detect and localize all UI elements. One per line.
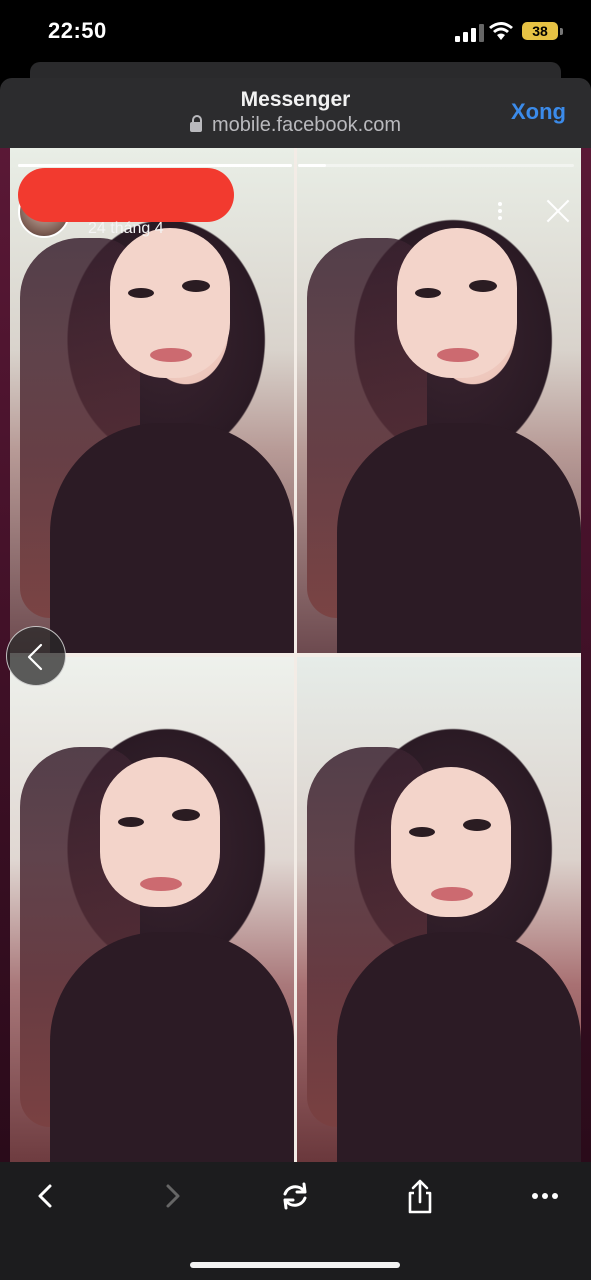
background-sheet [30,62,561,78]
progress-fill [298,164,326,167]
more-options-icon[interactable] [497,202,503,222]
forward-icon[interactable] [152,1178,192,1218]
browser-header: Messenger mobile.facebook.com Xong [0,78,591,148]
battery-tip [560,28,563,35]
back-icon[interactable] [26,1178,66,1218]
page-title: Messenger [240,88,351,111]
story-image-tile [297,657,581,1162]
home-indicator [190,1262,400,1268]
previous-story-icon [27,643,43,671]
story-viewer: 24 tháng 4 [0,148,591,1162]
story-progress-segment [18,164,292,167]
story-media[interactable] [10,148,581,1162]
cellular-signal-icon [455,24,484,42]
done-button[interactable]: Xong [511,99,566,125]
share-icon[interactable] [400,1178,440,1218]
close-icon[interactable] [545,198,571,224]
more-icon[interactable] [525,1178,565,1218]
wifi-icon [489,22,513,40]
battery-icon: 38 [522,22,558,40]
lock-icon [190,115,202,132]
story-image-tile [10,657,294,1162]
status-bar: 22:50 38 [0,0,591,62]
story-image-tile [297,148,581,653]
previous-story-button[interactable] [6,626,66,686]
progress-fill [18,164,292,167]
url-text: mobile.facebook.com [212,114,401,136]
story-progress-segment [298,164,574,167]
url-label: mobile.facebook.com [0,114,591,137]
reload-icon[interactable] [275,1178,315,1218]
status-time: 22:50 [48,18,107,43]
redaction-mark [18,168,234,222]
story-date: 24 tháng 4 [88,220,164,237]
